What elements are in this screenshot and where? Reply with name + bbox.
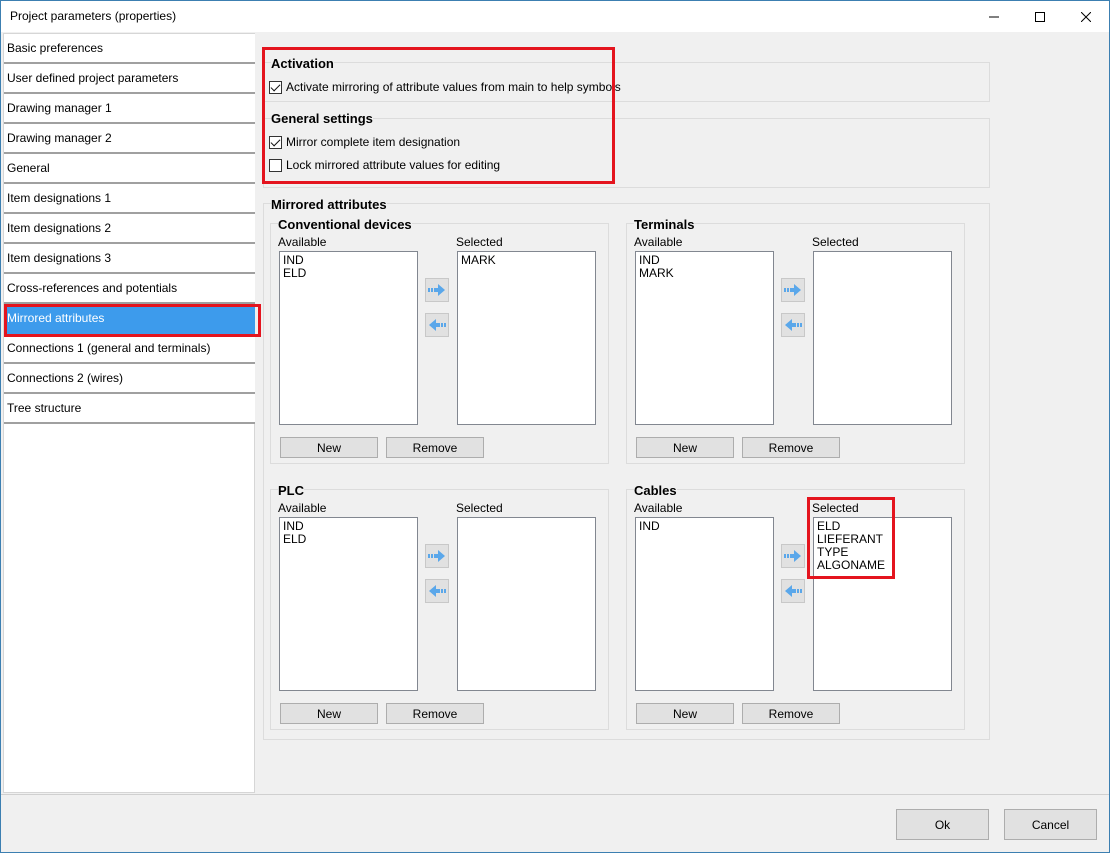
arrow-left-icon (785, 585, 802, 597)
list-item[interactable]: MARK (639, 267, 770, 280)
conventional-selected-list[interactable]: MARK (457, 251, 596, 425)
nav-item-tree-structure[interactable]: Tree structure (4, 394, 255, 424)
cables-remove-arrow-button[interactable] (781, 579, 805, 603)
list-item[interactable]: ELD (283, 267, 414, 280)
plc-remove-button[interactable]: Remove (386, 703, 484, 724)
terminals-selected-label: Selected (812, 235, 859, 249)
cables-title: Cables (634, 483, 677, 498)
nav-item-connections-1[interactable]: Connections 1 (general and terminals) (4, 334, 255, 364)
list-item[interactable]: MARK (461, 254, 592, 267)
maximize-button[interactable] (1017, 1, 1063, 32)
mirror-complete-option[interactable]: Mirror complete item designation (269, 135, 460, 149)
general-settings-group (263, 118, 990, 188)
dialog-body: Basic preferences User defined project p… (1, 32, 1109, 852)
dialog-footer: Ok Cancel (1, 794, 1109, 852)
dialog-window: Project parameters (properties) Basic pr… (0, 0, 1110, 853)
nav-item-item-designations-2[interactable]: Item designations 2 (4, 214, 255, 244)
mirror-complete-label: Mirror complete item designation (286, 135, 461, 149)
plc-remove-arrow-button[interactable] (425, 579, 449, 603)
list-item[interactable]: IND (639, 520, 770, 533)
terminals-available-label: Available (634, 235, 683, 249)
plc-title: PLC (278, 483, 304, 498)
nav-item-item-designations-3[interactable]: Item designations 3 (4, 244, 255, 274)
plc-new-button[interactable]: New (280, 703, 378, 724)
activate-mirroring-option[interactable]: Activate mirroring of attribute values f… (269, 80, 621, 94)
nav-item-mirrored-attributes[interactable]: Mirrored attributes (4, 304, 255, 334)
nav-item-drawing-manager-2[interactable]: Drawing manager 2 (4, 124, 255, 154)
mirror-complete-checkbox[interactable] (269, 135, 282, 149)
nav-item-item-designations-1[interactable]: Item designations 1 (4, 184, 255, 214)
arrow-left-icon (429, 319, 446, 331)
activation-title: Activation (271, 56, 334, 71)
cables-selected-label: Selected (812, 501, 859, 515)
plc-available-list[interactable]: IND ELD (279, 517, 418, 691)
conventional-add-button[interactable] (425, 278, 449, 302)
maximize-icon (1035, 11, 1045, 22)
arrow-right-icon (428, 284, 445, 296)
nav-item-drawing-manager-1[interactable]: Drawing manager 1 (4, 94, 255, 124)
conventional-remove-button[interactable]: Remove (386, 437, 484, 458)
activate-mirroring-label: Activate mirroring of attribute values f… (286, 80, 621, 94)
conventional-selected-label: Selected (456, 235, 503, 249)
conventional-remove-arrow-button[interactable] (425, 313, 449, 337)
cables-new-button[interactable]: New (636, 703, 734, 724)
terminals-new-button[interactable]: New (636, 437, 734, 458)
list-item[interactable]: ELD (283, 533, 414, 546)
terminals-remove-button[interactable]: Remove (742, 437, 840, 458)
category-list: Basic preferences User defined project p… (3, 33, 261, 793)
terminals-available-list[interactable]: IND MARK (635, 251, 774, 425)
arrow-left-icon (785, 319, 802, 331)
title-bar: Project parameters (properties) (1, 1, 1109, 32)
lock-mirrored-option[interactable]: Lock mirrored attribute values for editi… (269, 158, 500, 172)
terminals-add-button[interactable] (781, 278, 805, 302)
arrow-right-icon (784, 284, 801, 296)
cables-available-list[interactable]: IND (635, 517, 774, 691)
window-title: Project parameters (properties) (10, 9, 177, 23)
cables-selected-list[interactable]: ELD LIEFERANT TYPE ALGONAME (813, 517, 952, 691)
conventional-available-label: Available (278, 235, 327, 249)
list-item[interactable]: ALGONAME (817, 559, 948, 572)
nav-item-general[interactable]: General (4, 154, 255, 184)
terminals-title: Terminals (634, 217, 695, 232)
nav-item-connections-2[interactable]: Connections 2 (wires) (4, 364, 255, 394)
mirrored-attributes-title: Mirrored attributes (271, 197, 387, 212)
lock-mirrored-label: Lock mirrored attribute values for editi… (286, 158, 501, 172)
arrow-left-icon (429, 585, 446, 597)
arrow-right-icon (428, 550, 445, 562)
minimize-icon (989, 16, 999, 17)
nav-item-basic-preferences[interactable]: Basic preferences (4, 34, 255, 64)
conventional-available-list[interactable]: IND ELD (279, 251, 418, 425)
plc-available-label: Available (278, 501, 327, 515)
plc-add-button[interactable] (425, 544, 449, 568)
cables-available-label: Available (634, 501, 683, 515)
terminals-selected-list[interactable] (813, 251, 952, 425)
arrow-right-icon (784, 550, 801, 562)
close-icon (1081, 11, 1091, 22)
general-settings-title: General settings (271, 111, 373, 126)
plc-selected-label: Selected (456, 501, 503, 515)
nav-item-cross-references[interactable]: Cross-references and potentials (4, 274, 255, 304)
cancel-button[interactable]: Cancel (1004, 809, 1097, 840)
conventional-devices-title: Conventional devices (278, 217, 412, 232)
ok-button[interactable]: Ok (896, 809, 989, 840)
nav-item-user-defined-parameters[interactable]: User defined project parameters (4, 64, 255, 94)
cables-remove-button[interactable]: Remove (742, 703, 840, 724)
close-button[interactable] (1063, 1, 1109, 32)
conventional-new-button[interactable]: New (280, 437, 378, 458)
minimize-button[interactable] (971, 1, 1017, 32)
cables-add-button[interactable] (781, 544, 805, 568)
terminals-remove-arrow-button[interactable] (781, 313, 805, 337)
activate-mirroring-checkbox[interactable] (269, 80, 282, 94)
plc-selected-list[interactable] (457, 517, 596, 691)
lock-mirrored-checkbox[interactable] (269, 158, 282, 172)
